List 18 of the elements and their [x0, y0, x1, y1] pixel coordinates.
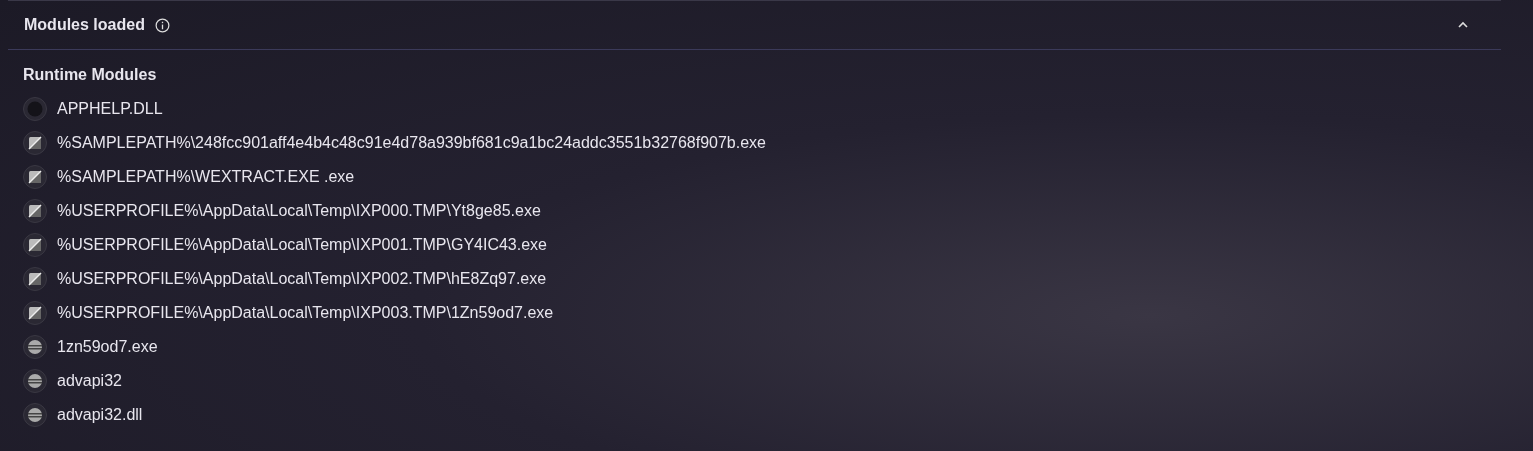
section-title: Modules loaded — [24, 16, 145, 34]
disc-icon — [23, 369, 47, 393]
module-name: advapi32.dll — [57, 406, 143, 424]
module-name: %USERPROFILE%\AppData\Local\Temp\IXP001.TMP\GY4IC43.exe — [57, 236, 547, 254]
module-name: APPHELP.DLL — [57, 100, 163, 118]
disc-icon — [23, 403, 47, 427]
module-name: %SAMPLEPATH%\248fcc901aff4e4b4c48c91e4d78a939bf681c9a1bc24addc3551b32768f907b.exe — [57, 134, 766, 152]
module-name: %USERPROFILE%\AppData\Local\Temp\IXP003.TMP\1Zn59od7.exe — [57, 304, 554, 322]
module-name: %USERPROFILE%\AppData\Local\Temp\IXP000.TMP\Yt8ge85.exe — [57, 202, 541, 220]
module-name: %USERPROFILE%\AppData\Local\Temp\IXP002.TMP\hE8Zq97.exe — [57, 270, 547, 288]
module-name: advapi32 — [57, 372, 122, 390]
circle-icon — [23, 97, 47, 121]
group-title: Runtime Modules — [23, 66, 158, 84]
disc-icon — [23, 335, 47, 359]
module-name: 1zn59od7.exe — [57, 338, 158, 356]
chevron-icon[interactable] — [1457, 21, 1469, 29]
module-name: %SAMPLEPATH%\WEXTRACT.EXE .exe — [57, 168, 355, 186]
info-icon[interactable] — [154, 17, 170, 33]
